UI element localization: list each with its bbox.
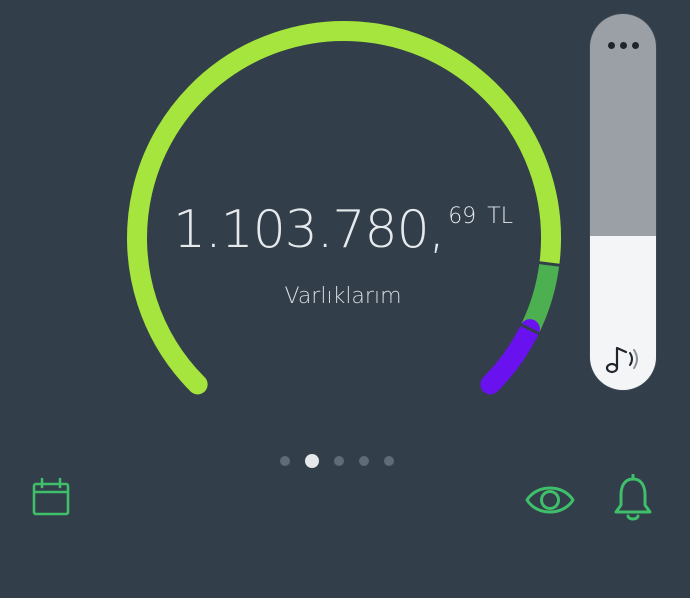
balance-decimal: 69 (448, 204, 477, 229)
page-dot[interactable] (334, 456, 344, 466)
balance-integer: 1.103.780, (173, 200, 445, 260)
screen: 1.103.780, 69 TL Varlıklarım (0, 0, 690, 598)
notifications-button[interactable] (610, 473, 656, 524)
sound-mode-button[interactable] (602, 340, 646, 378)
balance-label: Varlıklarım (284, 284, 402, 309)
page-dot[interactable] (384, 456, 394, 466)
volume-slider[interactable] (590, 14, 656, 390)
page-indicator (280, 453, 394, 469)
calendar-button[interactable] (28, 476, 76, 522)
visibility-toggle-button[interactable] (524, 478, 576, 522)
eye-icon (525, 486, 575, 514)
gauge-segment-purple (480, 319, 540, 395)
calendar-icon (32, 477, 70, 516)
balance-currency: TL (487, 204, 513, 229)
page-dot[interactable] (280, 456, 290, 466)
page-dot-active[interactable] (305, 454, 319, 468)
page-dot[interactable] (359, 456, 369, 466)
bell-icon (614, 473, 652, 521)
more-dots-icon (607, 41, 615, 49)
music-note-icon (605, 346, 638, 374)
balance-amount: 1.103.780, 69 TL (128, 200, 558, 260)
volume-more-button[interactable] (590, 32, 656, 58)
